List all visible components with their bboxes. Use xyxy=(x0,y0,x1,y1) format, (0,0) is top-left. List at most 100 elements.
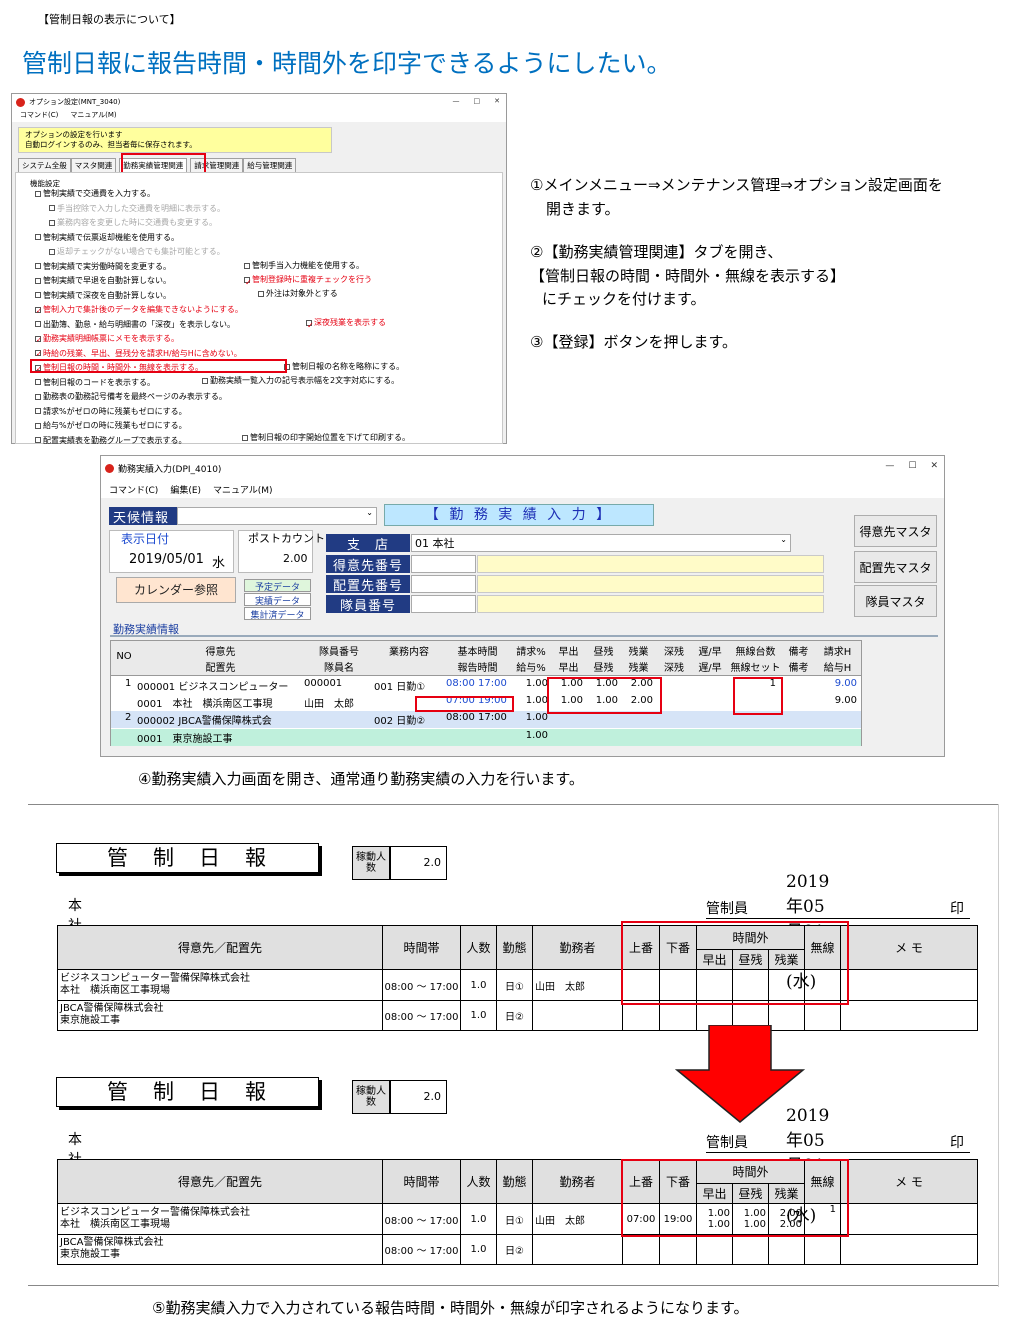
checkbox[interactable] xyxy=(242,434,248,441)
checkbox[interactable] xyxy=(35,393,41,400)
opt-text: 管制日報のコードを表示する。 xyxy=(43,377,155,387)
opt-r5[interactable]: 勤務実績一覧入力の記号表示幅を2文字対応にする。 xyxy=(202,375,399,386)
check-icon: ✓ xyxy=(36,335,42,344)
tab-salary[interactable]: 給与管理関連 xyxy=(243,158,297,172)
checkbox[interactable]: ✓ xyxy=(306,319,314,330)
opt-l0[interactable]: 管制実績で交通費を入力する。 xyxy=(35,187,243,202)
opt-r3[interactable]: ✓深夜残業を表示する xyxy=(306,317,386,330)
date-label: 表示日付 xyxy=(121,532,170,546)
opt-r4[interactable]: 管制日報の名称を略称にする。 xyxy=(284,361,404,372)
menu-manual[interactable]: マニュアル(M) xyxy=(213,483,273,496)
opt-l3[interactable]: 管制実績で伝票返却機能を使用する。 xyxy=(35,231,243,246)
opt-r6[interactable]: 管制日報の印字開始位置を下げて印刷する。 xyxy=(242,432,410,443)
tokui-master-button[interactable]: 得意先マスタ xyxy=(854,515,937,547)
opt-r0[interactable]: 管制手当入力機能を使用する。 xyxy=(244,260,364,271)
opt-l1[interactable]: 手当控除で入力した交通費を明細に表示する。 xyxy=(35,202,243,217)
tokui-input[interactable] xyxy=(411,555,476,573)
row-kintai: 日② xyxy=(496,1233,533,1266)
tab-master[interactable]: マスタ関連 xyxy=(70,158,117,172)
dow-value: 水 xyxy=(212,556,226,571)
menu-edit[interactable]: 編集(E) xyxy=(170,483,201,496)
close-icon[interactable]: ✕ xyxy=(930,461,938,471)
checkbox[interactable] xyxy=(35,277,41,284)
menu-command[interactable]: コマンド(C) xyxy=(109,483,158,496)
opt-l2[interactable]: 業務内容を変更した時に交通費も変更する。 xyxy=(35,216,243,231)
checkbox[interactable] xyxy=(35,263,41,269)
close-icon[interactable]: ✕ xyxy=(494,97,500,105)
opt-l15[interactable]: 請求%がゼロの時に残業もゼロにする。 xyxy=(35,405,243,420)
opt-l10[interactable]: ✓ 勤務実績明細帳票にメモを表示する。 xyxy=(35,332,243,347)
checkbox[interactable] xyxy=(244,262,250,269)
checkbox[interactable]: ✓ xyxy=(35,335,42,344)
menu-manual[interactable]: マニュアル(M) xyxy=(70,110,116,122)
opt-text: 管制入力で集計後のデータを編集できないようにする。 xyxy=(43,305,243,314)
row-time: 08:00 ～ 17:00 xyxy=(382,999,461,1032)
checkbox[interactable] xyxy=(35,408,41,414)
options-window: オプション設定(MNT_3040) — □ ✕ コマンド(C) マニュアル(M) オプ… xyxy=(11,93,507,445)
checkbox[interactable] xyxy=(35,190,41,197)
opt-l16[interactable]: 給与%がゼロの時に残業もゼロにする。 xyxy=(35,419,243,434)
tab-system[interactable]: システム全般 xyxy=(18,158,71,172)
maximize-icon[interactable]: □ xyxy=(474,97,481,105)
checkbox[interactable] xyxy=(35,422,41,429)
minimize-icon[interactable]: — xyxy=(453,97,460,105)
th-kintai: 勤態 xyxy=(496,924,533,971)
opt-l9[interactable]: 出勤簿、勤怠・給与明細書の「深夜」を表示しない。 xyxy=(35,318,243,333)
haichi-master-button[interactable]: 配置先マスタ xyxy=(854,551,937,583)
col-header: 遅/早 xyxy=(698,647,722,658)
branch-select[interactable]: 01 本社 ⌄ xyxy=(411,534,791,552)
step5: ⑤勤務実績入力で入力されている報告時間・時間外・無線が印字されるようになります。 xyxy=(152,1299,749,1317)
opt-text: 管制実績で伝票返却機能を使用する。 xyxy=(43,232,179,242)
grid-cell: 000001 xyxy=(304,678,343,689)
checkbox[interactable] xyxy=(35,292,41,298)
checkbox[interactable] xyxy=(49,219,55,226)
dpi-window: 勤務実績入力(DPI_4010) — ☐ ✕ コマンド(C) 編集(E) マニュアル(M… xyxy=(100,455,945,757)
checkbox[interactable] xyxy=(258,290,264,297)
date-value[interactable]: 2019/05/01 xyxy=(129,552,204,567)
post-value[interactable]: 2.00 xyxy=(283,552,308,565)
th-memo: メ モ xyxy=(840,1158,978,1205)
checkbox[interactable] xyxy=(49,205,55,211)
post-label: ポストカウント xyxy=(248,532,325,545)
col-header: 無線セット xyxy=(730,663,781,674)
weather-select[interactable]: ⌄ xyxy=(177,507,377,525)
opt-l8[interactable]: ✓ 管制入力で集計後のデータを編集できないようにする。 xyxy=(35,303,243,318)
checkbox[interactable]: ✓ xyxy=(244,276,252,287)
taiin-master-button[interactable]: 隊員マスタ xyxy=(854,585,937,617)
checkbox[interactable]: ✓ xyxy=(35,350,42,358)
checkbox[interactable] xyxy=(35,379,41,385)
checkbox[interactable] xyxy=(35,437,41,443)
haichi-input[interactable] xyxy=(411,575,476,593)
opt-r1[interactable]: ✓管制登録時に重複チェックを行う xyxy=(244,274,372,287)
minimize-icon[interactable]: — xyxy=(885,461,894,471)
taiin-input[interactable] xyxy=(411,595,476,613)
col-header: 備考 xyxy=(788,663,809,674)
opt-l17[interactable]: 配置実績表を勤務グループで表示する。 xyxy=(35,434,243,449)
col-header: 昼残 xyxy=(593,663,614,674)
haichi-name xyxy=(477,575,824,593)
opt-l14[interactable]: 勤務表の勤務記号備考を最終ページのみ表示する。 xyxy=(35,390,243,405)
col-header: 基本時間 xyxy=(457,647,498,658)
row-time: 08:00 ～ 17:00 xyxy=(382,1203,461,1235)
weather-label: 天候情報 xyxy=(109,507,177,526)
kanseiin-line: 管制員印 xyxy=(706,898,970,919)
opt-l7[interactable]: 管制実績で深夜を自動計算しない。 xyxy=(35,289,243,304)
maximize-icon[interactable]: ☐ xyxy=(908,461,916,471)
checkbox[interactable] xyxy=(35,234,41,240)
grid-cell: 1.00 xyxy=(525,695,548,706)
grid-cell: 1.00 xyxy=(525,712,548,723)
calendar-button[interactable]: カレンダー参照 xyxy=(116,577,236,603)
opt-text: 勤務表の勤務記号備考を最終ページのみ表示する。 xyxy=(43,392,227,401)
row-site: 東京施設工事 xyxy=(60,1249,120,1261)
checkbox[interactable]: ✓ xyxy=(35,306,42,315)
opt-l4[interactable]: 返却チェックがない場合でも集計可能とする。 xyxy=(35,245,243,260)
checkbox[interactable] xyxy=(35,321,41,327)
checkbox[interactable] xyxy=(49,248,55,255)
opt-l6[interactable]: 管制実績で早退を自動計算しない。 xyxy=(35,274,243,289)
opt-r2[interactable]: 外注は対象外とする xyxy=(258,288,338,299)
col-header: 隊員名 xyxy=(324,663,354,674)
checkbox[interactable] xyxy=(202,377,208,384)
opt-l5[interactable]: 管制実績で実労働時間を変更する。 xyxy=(35,260,243,275)
menu-command[interactable]: コマンド(C) xyxy=(20,110,58,122)
options-titlebar: オプション設定(MNT_3040) xyxy=(12,94,506,110)
